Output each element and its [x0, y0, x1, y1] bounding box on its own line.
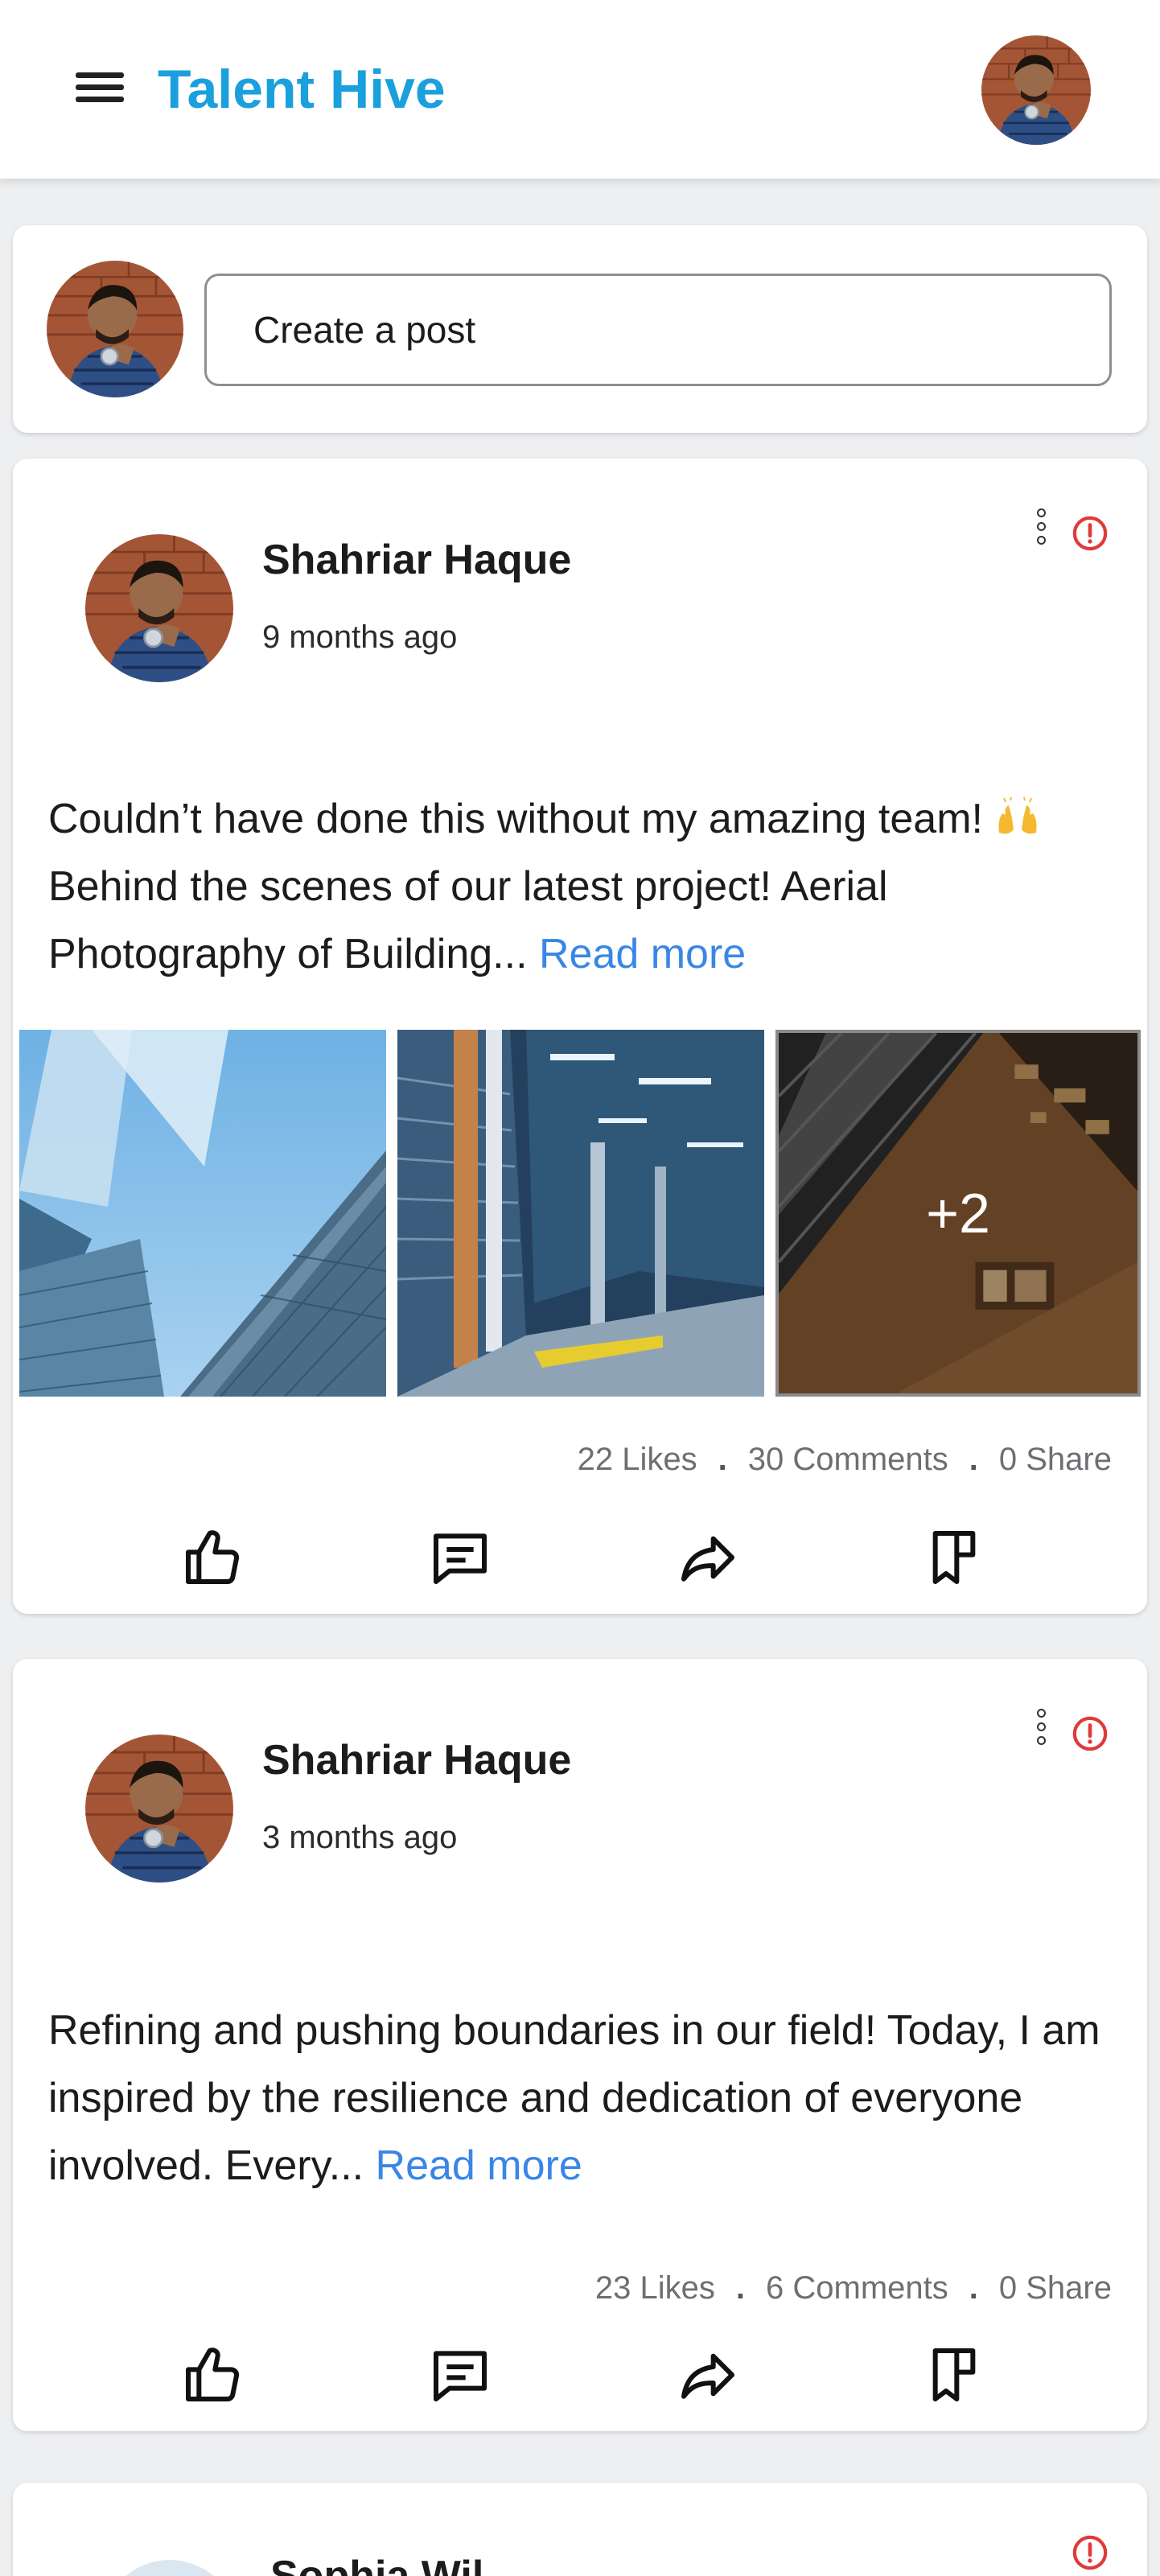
thumbs-up-icon — [186, 2348, 240, 2401]
gallery-image-warehouse[interactable] — [397, 1030, 764, 1397]
post-card: Shahriar Haque 3 months ago Refining and… — [13, 1659, 1147, 2431]
like-button[interactable] — [180, 2343, 245, 2407]
post-card: Shahriar Haque 9 months ago Couldn’t hav… — [13, 459, 1147, 1614]
stats-separator: . — [718, 1442, 727, 1477]
post-text-line: Behind the scenes of our latest project!… — [48, 863, 888, 977]
share-button[interactable] — [676, 2343, 740, 2407]
raised-hands-emoji-icon — [998, 797, 1037, 834]
comment-icon — [434, 1533, 487, 1584]
stats-separator: . — [969, 2270, 978, 2306]
likes-count[interactable]: 23 Likes — [595, 2270, 715, 2306]
app-header: Talent Hive — [0, 0, 1160, 179]
alert-icon[interactable] — [1072, 515, 1109, 552]
stats-separator: . — [735, 2270, 746, 2306]
likes-count[interactable]: 22 Likes — [578, 1442, 697, 1478]
gallery-image-escalator[interactable]: +2 — [775, 1030, 1141, 1397]
author-name[interactable]: Shahriar Haque — [262, 1736, 571, 1784]
comment-icon — [434, 2351, 487, 2401]
gallery-image-skyscrapers[interactable] — [19, 1030, 386, 1397]
post-text: Refining and pushing boundaries in our f… — [48, 1997, 1110, 2199]
alert-icon[interactable] — [1072, 2534, 1109, 2571]
app-title[interactable]: Talent Hive — [158, 58, 446, 121]
shares-count[interactable]: 0 Share — [999, 2270, 1112, 2306]
post-card: Sophia Wil — [13, 2483, 1147, 2576]
menu-icon[interactable] — [76, 72, 124, 106]
post-stats: 23 Likes . 6 Comments . 0 Share — [595, 2270, 1112, 2306]
author-avatar[interactable] — [85, 534, 233, 682]
thumbs-up-icon — [186, 1530, 240, 1584]
read-more-link[interactable]: Read more — [539, 931, 746, 977]
alert-icon[interactable] — [1072, 1715, 1109, 1752]
share-icon — [681, 1536, 734, 1582]
create-post-card: Create a post — [13, 225, 1147, 433]
post-gallery: +2 — [19, 1030, 1141, 1397]
shares-count[interactable]: 0 Share — [999, 1442, 1112, 1478]
post-actions — [13, 1525, 1147, 1590]
post-text-line: Couldn’t have done this without my amazi… — [48, 796, 995, 842]
like-button[interactable] — [180, 1525, 245, 1590]
bookmark-icon — [932, 2348, 976, 2401]
more-vertical-icon[interactable] — [1033, 508, 1049, 553]
stats-separator: . — [969, 1442, 978, 1477]
post-text: Couldn’t have done this without my amazi… — [48, 785, 1110, 988]
bookmark-icon — [932, 1531, 976, 1584]
comments-count[interactable]: 30 Comments — [748, 1442, 948, 1478]
post-time: 9 months ago — [262, 619, 458, 655]
comment-button[interactable] — [428, 1525, 492, 1590]
more-vertical-icon[interactable] — [1033, 1709, 1049, 1754]
author-avatar[interactable] — [85, 1734, 233, 1883]
author-name[interactable]: Shahriar Haque — [262, 536, 571, 584]
post-actions — [13, 2343, 1147, 2407]
author-avatar[interactable] — [101, 2560, 238, 2576]
composer-avatar — [47, 261, 183, 397]
read-more-link[interactable]: Read more — [376, 2142, 582, 2189]
more-images-count[interactable]: +2 — [779, 1033, 1137, 1393]
save-button[interactable] — [922, 2343, 986, 2407]
author-name[interactable]: Sophia Wil — [270, 2552, 483, 2576]
comments-count[interactable]: 6 Comments — [766, 2270, 948, 2306]
comment-button[interactable] — [428, 2343, 492, 2407]
post-stats: 22 Likes . 30 Comments . 0 Share — [578, 1442, 1112, 1478]
share-button[interactable] — [676, 1525, 740, 1590]
post-time: 3 months ago — [262, 1820, 458, 1855]
share-icon — [681, 2353, 734, 2399]
create-post-input[interactable]: Create a post — [204, 274, 1112, 386]
profile-avatar[interactable] — [981, 35, 1091, 145]
save-button[interactable] — [922, 1525, 986, 1590]
